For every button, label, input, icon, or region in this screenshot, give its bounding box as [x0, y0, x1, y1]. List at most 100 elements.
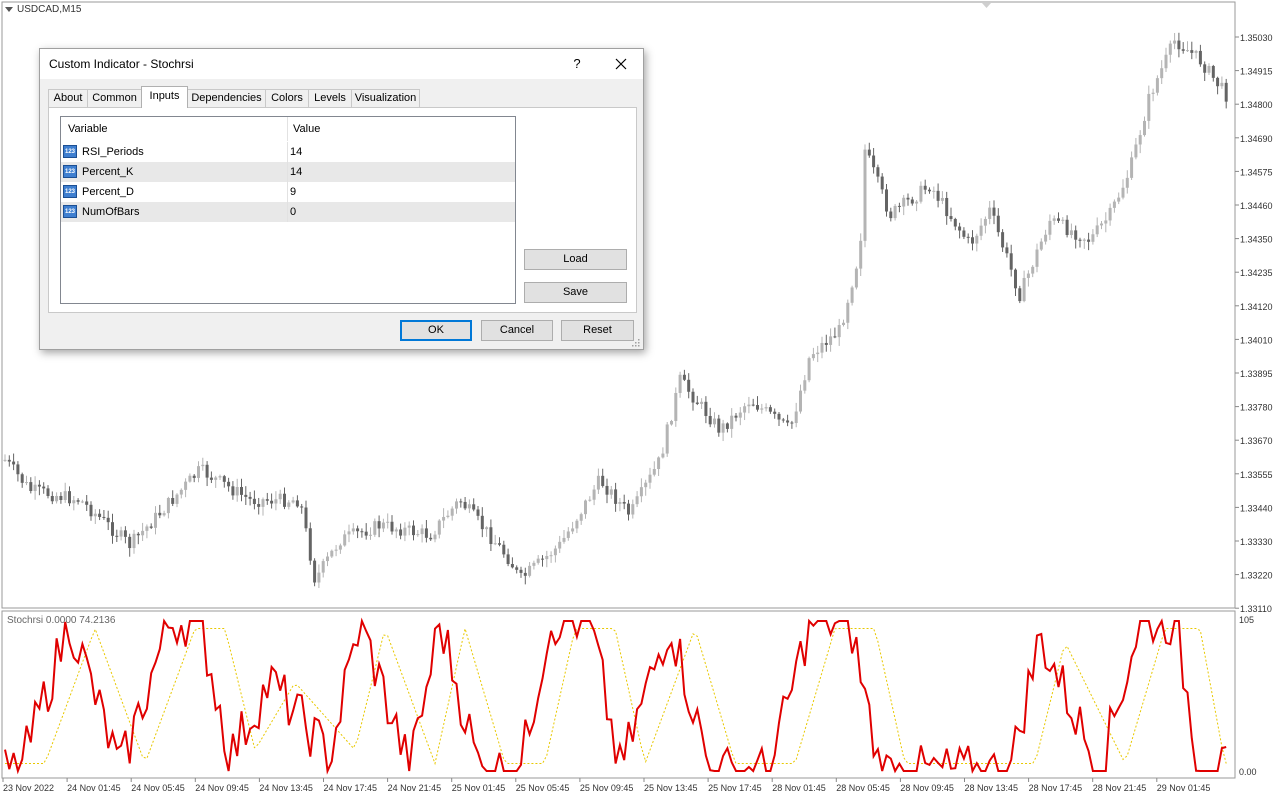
candle-body [536, 558, 540, 563]
candle-body [149, 526, 153, 528]
tab-dependencies[interactable]: Dependencies [187, 89, 266, 107]
save-button[interactable]: Save [524, 282, 627, 303]
candle-body [162, 513, 166, 516]
candle-body [842, 322, 845, 326]
candle-body [1095, 225, 1099, 235]
candle-body [184, 481, 188, 490]
resize-grip-icon[interactable] [632, 339, 640, 347]
candle-body [1065, 219, 1069, 235]
candle-body [1164, 54, 1168, 69]
ok-button[interactable]: OK [400, 320, 472, 341]
inputs-grid[interactable]: Variable Value 123 RSI_Periods 14 123 Pe… [60, 116, 516, 304]
price-tick-label: 1.35030 [1240, 33, 1273, 43]
candle-body [248, 496, 252, 499]
candle-body [932, 190, 936, 192]
table-row[interactable]: 123 Percent_K 14 [61, 162, 515, 182]
candle-body [575, 520, 579, 529]
dropdown-triangle-icon[interactable] [5, 6, 13, 12]
candle-body [863, 149, 867, 241]
candle-body [197, 466, 200, 478]
candle-body [781, 419, 785, 421]
reset-button[interactable]: Reset [561, 320, 634, 341]
load-button[interactable]: Load [524, 249, 627, 270]
candle-body [760, 408, 764, 410]
candle-body [515, 567, 519, 570]
variable-value[interactable]: 14 [290, 146, 302, 158]
candle-body [42, 486, 46, 489]
column-header-variable[interactable]: Variable [68, 123, 108, 135]
candle-body [1211, 65, 1215, 78]
variable-value[interactable]: 14 [290, 166, 302, 178]
candle-body [278, 493, 282, 500]
price-tick-label: 1.34800 [1240, 100, 1273, 110]
candle-body [773, 411, 777, 414]
candle-body [351, 528, 355, 532]
price-tick-label: 1.33555 [1240, 470, 1273, 480]
close-button[interactable] [610, 54, 632, 74]
dialog-titlebar[interactable]: Custom Indicator - Stochrsi ? [40, 49, 643, 79]
candle-body [1044, 234, 1048, 242]
candle-body [295, 500, 299, 507]
candle-body [893, 205, 897, 219]
candle-body [192, 475, 196, 478]
candle-body [381, 522, 385, 529]
shift-marker-icon[interactable] [982, 3, 991, 8]
candle-body [635, 496, 639, 505]
candle-body [257, 504, 261, 507]
candle-body [730, 415, 734, 429]
candle-body [291, 500, 295, 503]
price-tick-label: 1.34690 [1240, 134, 1273, 144]
custom-indicator-dialog[interactable]: Custom Indicator - Stochrsi ? About Comm… [39, 48, 644, 350]
variable-value[interactable]: 0 [290, 206, 296, 218]
tab-inputs[interactable]: Inputs [141, 86, 188, 108]
tab-common[interactable]: Common [87, 89, 142, 107]
price-tick-label: 1.33895 [1240, 369, 1273, 379]
price-tick-label: 1.34120 [1240, 302, 1273, 312]
candle-body [790, 422, 794, 424]
candle-body [493, 543, 497, 545]
candle-body [674, 392, 678, 421]
table-row[interactable]: 123 Percent_D 9 [61, 182, 515, 202]
candle-body [889, 211, 893, 219]
integer-param-icon: 123 [63, 145, 77, 158]
candle-body [1014, 269, 1017, 289]
candle-body [106, 517, 110, 523]
cell-divider [287, 162, 288, 182]
table-row[interactable]: 123 RSI_Periods 14 [61, 142, 515, 162]
candle-body [618, 502, 622, 504]
time-tick-label: 25 Nov 01:45 [452, 783, 506, 793]
candle-body [12, 461, 16, 465]
candle-body [205, 464, 209, 478]
candle-body [584, 500, 587, 515]
cancel-button[interactable]: Cancel [481, 320, 553, 341]
candle-body [1155, 78, 1159, 93]
candle-body [631, 504, 635, 515]
column-header-value[interactable]: Value [293, 123, 320, 135]
candle-body [859, 240, 863, 269]
candle-body [20, 474, 24, 483]
candle-body [313, 560, 317, 583]
price-axis: 1.35030 1.34915 1.34800 1.34690 1.34575 1.344… [1235, 33, 1273, 614]
table-row[interactable]: 123 NumOfBars 0 [61, 202, 515, 222]
candle-body [1198, 50, 1202, 65]
tab-colors[interactable]: Colors [265, 89, 309, 107]
candle-body [1031, 266, 1035, 274]
candle-body [532, 562, 536, 566]
candle-body [80, 501, 84, 503]
candle-body [446, 515, 450, 517]
tab-visualization[interactable]: Visualization [351, 89, 420, 107]
candle-body [687, 379, 691, 392]
candle-body [880, 176, 884, 190]
candle-body [72, 500, 76, 504]
candle-body [304, 507, 308, 529]
cell-divider [287, 142, 288, 162]
variable-name: NumOfBars [82, 206, 140, 218]
candle-body [390, 521, 394, 532]
help-button[interactable]: ? [570, 56, 584, 71]
candle-body [188, 475, 192, 482]
candle-body [751, 404, 755, 406]
tab-about[interactable]: About [48, 89, 88, 107]
tab-levels[interactable]: Levels [308, 89, 352, 107]
variable-value[interactable]: 9 [290, 186, 296, 198]
candle-body [334, 549, 338, 551]
